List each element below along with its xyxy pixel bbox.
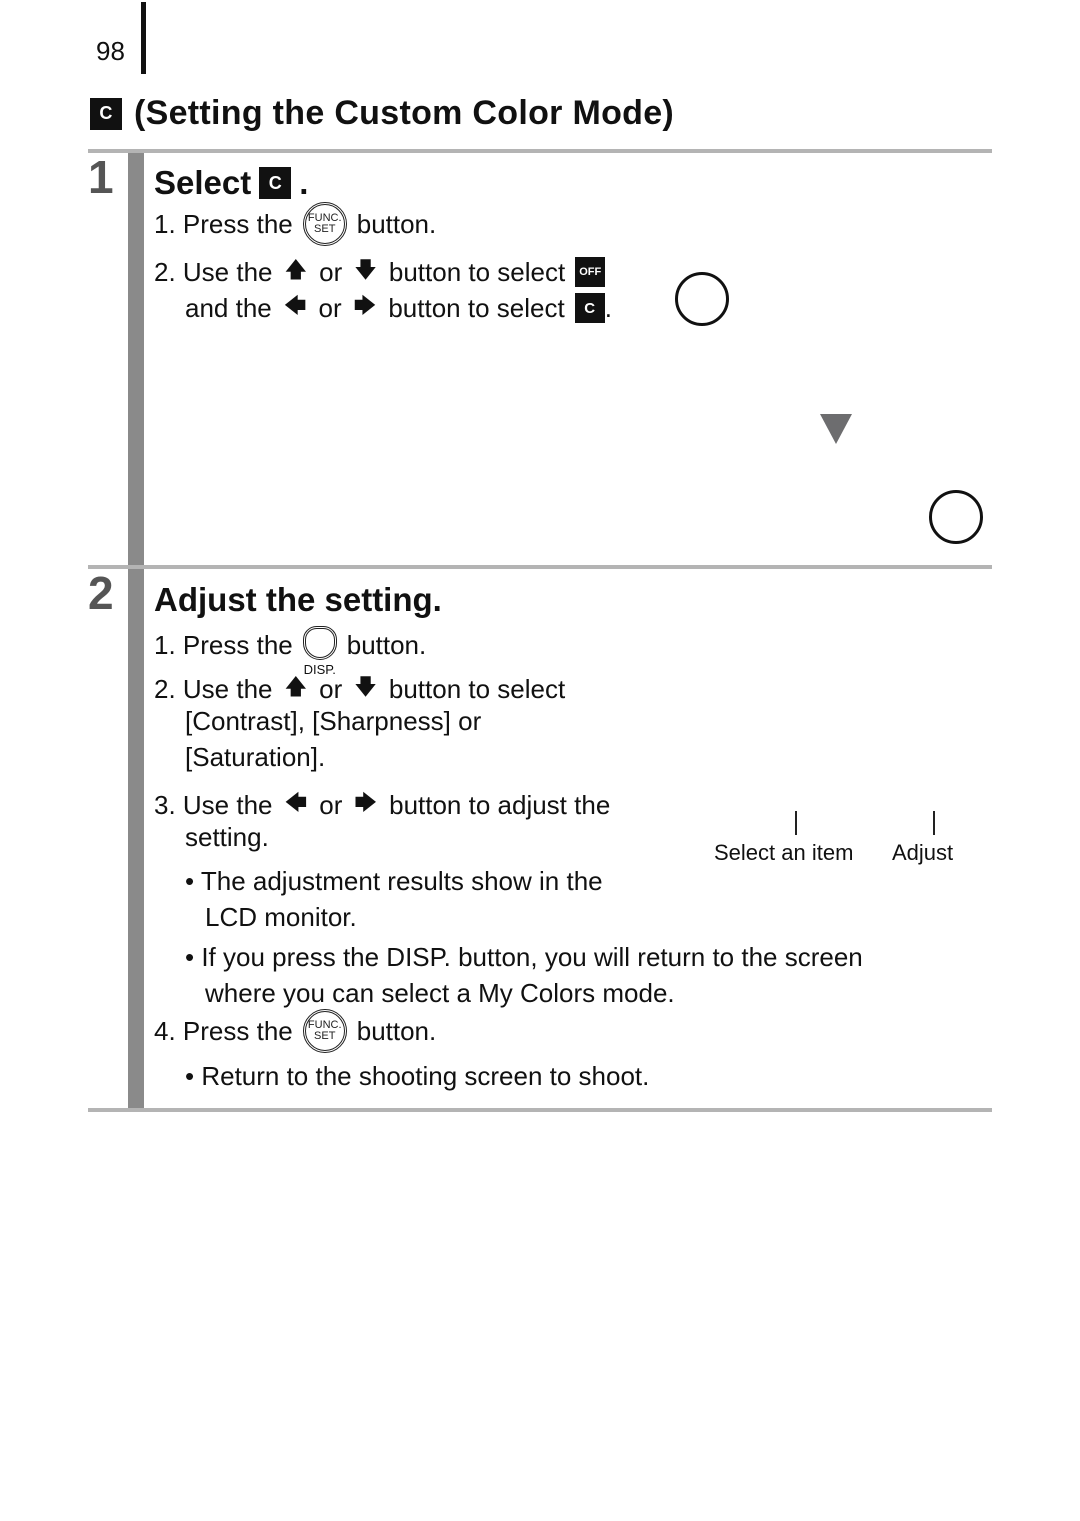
page-number-bar bbox=[141, 2, 146, 74]
callout-leader-adjust bbox=[933, 811, 935, 835]
text: button to adjust the bbox=[389, 789, 611, 820]
step-2-number: 2 bbox=[88, 567, 114, 619]
func-set-button-icon: FUNC. SET bbox=[302, 1009, 347, 1053]
text: . bbox=[604, 292, 612, 323]
step-2-bullet-2b: where you can select a My Colors mode. bbox=[205, 978, 675, 1008]
custom-color-icon: C bbox=[259, 167, 292, 199]
color-off-icon: OFF bbox=[575, 257, 606, 287]
arrow-down-triangle bbox=[820, 414, 852, 444]
text: 1. Press the bbox=[154, 208, 293, 239]
step-2-line-2b: [Contrast], [Sharpness] or bbox=[185, 706, 482, 736]
text: button to select bbox=[388, 292, 565, 323]
func-set-button-icon: FUNC. SET bbox=[302, 202, 347, 246]
text: or bbox=[319, 256, 343, 287]
callout-circle bbox=[929, 490, 983, 544]
step-1-heading-suffix: . bbox=[299, 164, 309, 201]
section-title-text: (Setting the Custom Color Mode) bbox=[134, 94, 675, 132]
text: or bbox=[319, 673, 343, 704]
page-number: 98 bbox=[96, 36, 125, 66]
callout-circle bbox=[675, 272, 729, 326]
up-arrow-icon: 🡅 bbox=[284, 257, 308, 282]
step-2-line-4: 4. Press the FUNC. SET button. bbox=[154, 1009, 436, 1053]
up-arrow-icon: 🡅 bbox=[284, 674, 308, 699]
text: 3. Use the bbox=[154, 789, 273, 820]
down-arrow-icon: 🡇 bbox=[354, 674, 377, 699]
step-2-bullet-2: • If you press the DISP. button, you wil… bbox=[185, 942, 863, 972]
text: and the bbox=[185, 292, 272, 323]
left-arrow-icon: 🡄 bbox=[283, 293, 307, 318]
disp-button-shape bbox=[302, 626, 337, 660]
step-1-line-3: and the 🡄 or 🡆 button to select C . bbox=[185, 289, 612, 327]
step-2-bullet-1b: LCD monitor. bbox=[205, 902, 357, 932]
step-2-bullet-3: • Return to the shooting screen to shoot… bbox=[185, 1061, 650, 1091]
step-1-number: 1 bbox=[88, 151, 114, 203]
text: button. bbox=[356, 1015, 437, 1046]
step-1-heading: Select C . bbox=[154, 164, 308, 202]
step-2-line-1: 1. Press the DISP. button. bbox=[154, 620, 427, 677]
text: button to select bbox=[388, 256, 566, 287]
text: 4. Press the bbox=[154, 1015, 293, 1046]
divider-middle bbox=[88, 565, 992, 569]
left-arrow-icon: 🡄 bbox=[284, 790, 308, 815]
text: button. bbox=[356, 208, 437, 239]
step-1-heading-text: Select bbox=[154, 164, 252, 201]
text: or bbox=[318, 292, 342, 323]
step-2-line-3b: setting. bbox=[185, 822, 269, 852]
divider-bottom bbox=[88, 1108, 992, 1112]
text: 1. Press the bbox=[154, 630, 293, 660]
down-arrow-icon: 🡇 bbox=[354, 257, 377, 282]
right-arrow-icon: 🡆 bbox=[353, 293, 377, 318]
text: 2. Use the bbox=[154, 256, 273, 287]
custom-color-icon: C bbox=[574, 293, 605, 323]
divider-top bbox=[88, 149, 992, 153]
step-2-line-2c: [Saturation]. bbox=[185, 742, 326, 772]
text: 2. Use the bbox=[154, 673, 273, 704]
text: button. bbox=[346, 630, 427, 660]
section-title: C (Setting the Custom Color Mode) bbox=[90, 94, 674, 133]
step-1-bar bbox=[128, 153, 144, 565]
step-2-line-3: 3. Use the 🡄 or 🡆 button to adjust the bbox=[154, 786, 610, 824]
text: or bbox=[319, 789, 343, 820]
step-1-line-1: 1. Press the FUNC. SET button. bbox=[154, 202, 436, 246]
right-arrow-icon: 🡆 bbox=[354, 790, 378, 815]
callout-select-item: Select an item bbox=[714, 840, 854, 865]
callout-leader-select bbox=[795, 811, 797, 835]
step-1-line-2: 2. Use the 🡅 or 🡇 button to select OFF bbox=[154, 253, 606, 291]
text: button to select bbox=[388, 673, 566, 704]
step-2-heading: Adjust the setting. bbox=[154, 581, 442, 618]
step-2-bullet-1: • The adjustment results show in the bbox=[185, 866, 603, 896]
step-2-line-2: 2. Use the 🡅 or 🡇 button to select bbox=[154, 670, 565, 708]
step-2-bar bbox=[128, 569, 144, 1108]
callout-adjust: Adjust bbox=[892, 840, 954, 865]
custom-color-icon: C bbox=[90, 97, 122, 130]
